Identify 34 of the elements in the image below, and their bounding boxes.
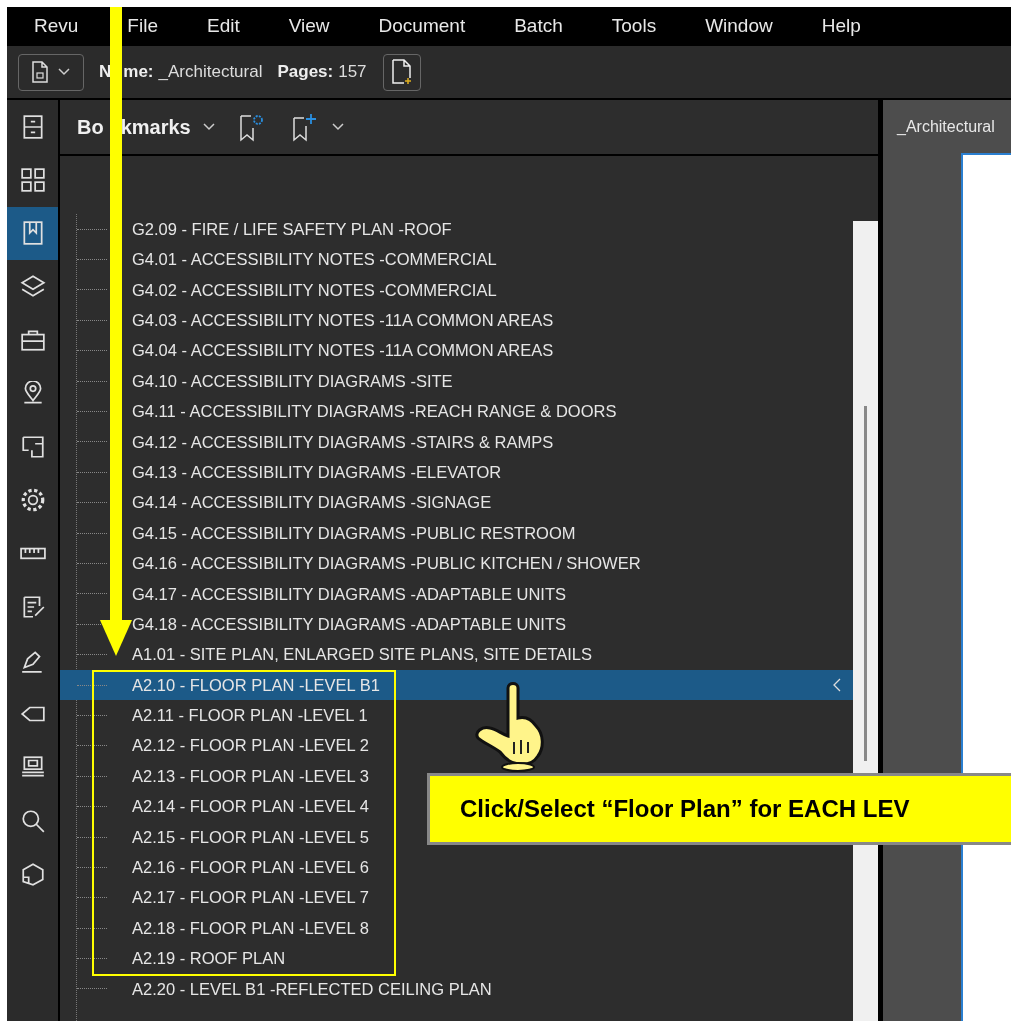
bookmark-label: A2.12 - FLOOR PLAN -LEVEL 2 bbox=[132, 735, 369, 757]
bookmark-label: G4.12 - ACCESSIBILITY DIAGRAMS -STAIRS & RAMPS bbox=[132, 431, 554, 453]
pages-label: Pages: bbox=[277, 61, 334, 84]
bookmark-label: A2.19 - ROOF PLAN bbox=[132, 948, 286, 970]
bookmark-label: A2.18 - FLOOR PLAN -LEVEL 8 bbox=[132, 917, 369, 939]
bookmark-label: G4.13 - ACCESSIBILITY DIAGRAMS -ELEVATOR bbox=[132, 461, 502, 483]
bookmark-label: G4.01 - ACCESSIBILITY NOTES -COMMERCIAL bbox=[132, 249, 497, 271]
bookmark-label: A2.20 - LEVEL B1 -REFLECTED CEILING PLAN bbox=[132, 978, 492, 1000]
name-value: _Architectural bbox=[158, 61, 263, 84]
bookmark-label: G4.18 - ACCESSIBILITY DIAGRAMS -ADAPTABLE UNITS bbox=[132, 613, 566, 635]
name-label: me: bbox=[123, 61, 154, 84]
bookmark-label: A2.13 - FLOOR PLAN -LEVEL 3 bbox=[132, 765, 369, 787]
bookmark-label: A2.17 - FLOOR PLAN -LEVEL 7 bbox=[132, 887, 369, 909]
bookmark-label: G4.02 - ACCESSIBILITY NOTES -COMMERCIAL bbox=[132, 279, 497, 301]
bookmark-label: A2.14 - FLOOR PLAN -LEVEL 4 bbox=[132, 796, 369, 818]
bookmark-label: A2.16 - FLOOR PLAN -LEVEL 6 bbox=[132, 857, 369, 878]
bookmark-label: G2.09 - FIRE / LIFE SAFETY PLAN -ROOF bbox=[132, 218, 452, 240]
bookmark-label: G4.10 - ACCESSIBILITY DIAGRAMS -SITE bbox=[132, 370, 453, 392]
pages-value: 157 bbox=[338, 61, 367, 84]
bookmark-label: G4.14 - ACCESSIBILITY DIAGRAMS -SIGNAGE bbox=[132, 492, 492, 514]
bookmark-label: A2.15 - FLOOR PLAN -LEVEL 5 bbox=[132, 826, 369, 848]
bookmark-label: G4.03 - ACCESSIBILITY NOTES -11A COMMON AREAS bbox=[132, 310, 554, 331]
callout-text: Click/Select “Floor Plan” for EACH LEV bbox=[460, 794, 910, 824]
bookmark-label: A2.11 - FLOOR PLAN -LEVEL 1 bbox=[132, 705, 368, 727]
panel-title: kmarks bbox=[120, 115, 191, 140]
name-label: N bbox=[99, 61, 112, 84]
bookmark-label: A2.10 - FLOOR PLAN -LEVEL B1 bbox=[132, 674, 380, 696]
panel-title: Bo bbox=[77, 115, 104, 140]
bookmark-label: G4.17 - ACCESSIBILITY DIAGRAMS -ADAPTABLE UNITS bbox=[132, 583, 566, 605]
bookmark-label: G4.15 - ACCESSIBILITY DIAGRAMS -PUBLIC RESTROOM bbox=[132, 522, 576, 544]
bookmark-label: G4.04 - ACCESSIBILITY NOTES -11A COMMON AREAS bbox=[132, 340, 554, 362]
bookmark-label: A1.01 - SITE PLAN, ENLARGED SITE PLANS, SITE DETAILS bbox=[132, 644, 592, 666]
bookmark-label: G4.16 - ACCESSIBILITY DIAGRAMS -PUBLIC KITCHEN / SHOWER bbox=[132, 553, 641, 575]
bookmark-label: G4.11 - ACCESSIBILITY DIAGRAMS -REACH RANGE & DOORS bbox=[132, 401, 617, 423]
